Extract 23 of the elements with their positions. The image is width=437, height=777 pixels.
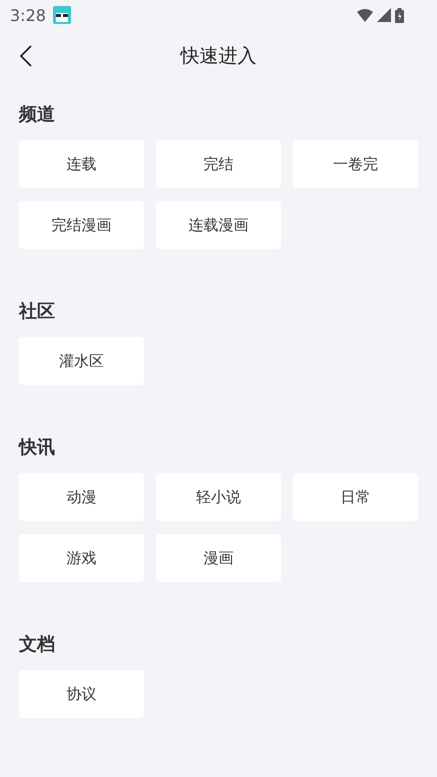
category-button[interactable]: 灌水区 <box>19 337 144 385</box>
battery-icon <box>395 8 404 22</box>
category-button[interactable]: 完结 <box>156 140 281 188</box>
category-button[interactable]: 日常 <box>293 473 418 521</box>
app-notification-icon <box>52 6 71 24</box>
category-button[interactable]: 连载漫画 <box>156 201 281 249</box>
category-button[interactable]: 漫画 <box>156 534 281 582</box>
category-button[interactable]: 完结漫画 <box>19 201 144 249</box>
section-title: 快讯 <box>19 436 56 459</box>
category-button[interactable]: 游戏 <box>19 534 144 582</box>
category-button[interactable]: 一卷完 <box>293 140 418 188</box>
category-button[interactable]: 轻小说 <box>156 473 281 521</box>
section-title: 文档 <box>19 633 56 656</box>
section-title: 频道 <box>19 103 56 126</box>
section-title: 社区 <box>19 300 56 323</box>
wifi-icon <box>357 8 373 22</box>
category-button[interactable]: 连载 <box>19 140 144 188</box>
signal-icon <box>377 8 391 22</box>
page-title: 快速进入 <box>180 44 256 69</box>
category-button[interactable]: 协议 <box>19 670 144 718</box>
category-button[interactable]: 动漫 <box>19 473 144 521</box>
status-time: 3:28 <box>10 6 46 24</box>
back-icon[interactable] <box>20 45 32 67</box>
